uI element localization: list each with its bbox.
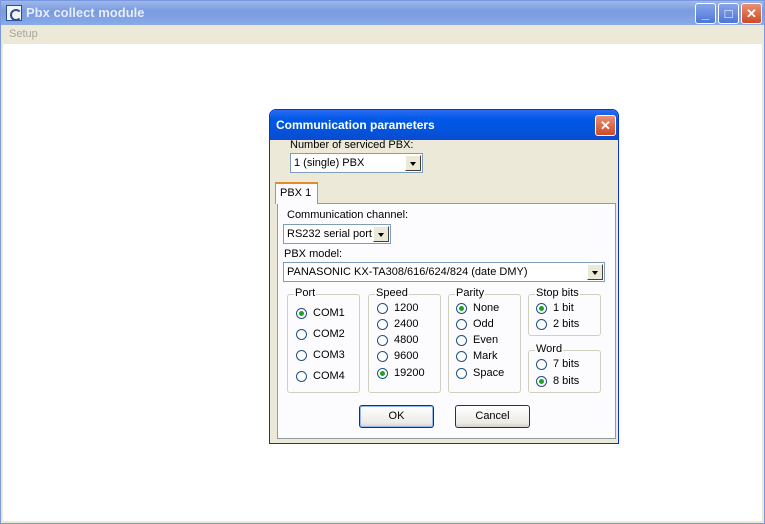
radio-odd[interactable] xyxy=(456,319,467,330)
option-label: COM1 xyxy=(313,307,345,319)
channel-select[interactable]: RS232 serial port xyxy=(283,224,391,244)
radio-mark[interactable] xyxy=(456,351,467,362)
radio-4800[interactable] xyxy=(377,335,388,346)
app-icon[interactable] xyxy=(6,5,22,21)
tab-label: PBX 1 xyxy=(280,187,312,199)
channel-value: RS232 serial port xyxy=(287,228,372,240)
option-label: Mark xyxy=(473,350,498,362)
radio-com1[interactable] xyxy=(296,308,307,319)
radio-9600[interactable] xyxy=(377,351,388,362)
main-title-bar[interactable]: Pbx collect module _ □ ✕ xyxy=(1,1,764,25)
parity-group-title: Parity xyxy=(455,287,486,299)
close-button[interactable]: ✕ xyxy=(741,3,762,24)
radio-19200[interactable] xyxy=(377,368,388,379)
option-label: COM3 xyxy=(313,349,345,361)
dialog-title-bar[interactable]: Communication parameters ✕ xyxy=(270,110,618,140)
option-label: 4800 xyxy=(394,334,419,346)
tab-pbx-1[interactable]: PBX 1 xyxy=(275,182,318,204)
dialog-title: Communication parameters xyxy=(276,118,435,132)
ok-button[interactable]: OK xyxy=(359,405,434,428)
pbx-count-value: 1 (single) PBX xyxy=(294,157,365,169)
option-label: None xyxy=(473,302,500,314)
word-group-title: Word xyxy=(535,343,564,355)
chevron-down-icon[interactable] xyxy=(587,264,603,280)
radio-2-bits[interactable] xyxy=(536,319,547,330)
pbx-count-select[interactable]: 1 (single) PBX xyxy=(290,153,423,173)
option-label: 8 bits xyxy=(553,375,580,387)
port-group-title: Port xyxy=(294,287,317,299)
stopbits-group-title: Stop bits xyxy=(535,287,580,299)
option-label: Odd xyxy=(473,318,494,330)
speed-group-title: Speed xyxy=(375,287,409,299)
menu-setup[interactable]: Setup xyxy=(9,28,38,40)
radio-com2[interactable] xyxy=(296,329,307,340)
option-label: 9600 xyxy=(394,350,419,362)
menu-bar: Setup xyxy=(1,25,764,44)
dialog-close-button[interactable]: ✕ xyxy=(595,115,616,136)
radio-8-bits[interactable] xyxy=(536,376,547,387)
radio-2400[interactable] xyxy=(377,319,388,330)
channel-label: Communication channel: xyxy=(287,209,409,221)
radio-1-bit[interactable] xyxy=(536,303,547,314)
chevron-down-icon[interactable] xyxy=(405,155,421,171)
option-label: 1200 xyxy=(394,302,419,314)
maximize-button[interactable]: □ xyxy=(718,3,739,24)
model-value: PANASONIC KX-TA308/616/624/824 (date DMY… xyxy=(287,266,528,278)
window-title: Pbx collect module xyxy=(26,5,145,20)
pbx-count-label: Number of serviced PBX: xyxy=(290,139,414,151)
radio-1200[interactable] xyxy=(377,303,388,314)
radio-space[interactable] xyxy=(456,368,467,379)
radio-none[interactable] xyxy=(456,303,467,314)
chevron-down-icon[interactable] xyxy=(373,226,389,242)
radio-com4[interactable] xyxy=(296,371,307,382)
cancel-button[interactable]: Cancel xyxy=(455,405,530,428)
radio-com3[interactable] xyxy=(296,350,307,361)
option-label: Space xyxy=(473,367,505,379)
option-label: 19200 xyxy=(394,367,425,379)
radio-7-bits[interactable] xyxy=(536,359,547,370)
option-label: COM4 xyxy=(313,370,345,382)
option-label: 2 bits xyxy=(553,318,580,330)
model-select[interactable]: PANASONIC KX-TA308/616/624/824 (date DMY… xyxy=(283,262,605,282)
option-label: Even xyxy=(473,334,499,346)
radio-even[interactable] xyxy=(456,335,467,346)
option-label: 1 bit xyxy=(553,302,574,314)
model-label: PBX model: xyxy=(284,248,343,260)
minimize-button[interactable]: _ xyxy=(695,3,716,24)
option-label: 7 bits xyxy=(553,358,580,370)
option-label: 2400 xyxy=(394,318,419,330)
option-label: COM2 xyxy=(313,328,345,340)
